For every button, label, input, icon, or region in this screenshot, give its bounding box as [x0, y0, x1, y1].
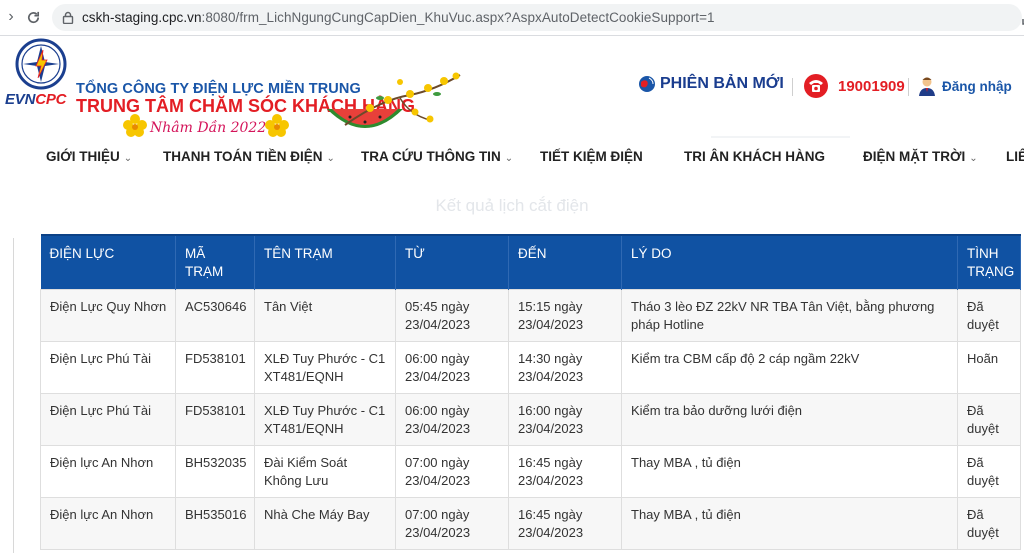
cell-dien-luc: Điện Lực Phú Tài: [40, 392, 176, 446]
column-header: ĐẾN: [508, 235, 622, 289]
table-row: Điện Lực Phú Tài FD538101 XLĐ Tuy Phước …: [40, 340, 1021, 394]
header-divider: [908, 78, 909, 96]
column-header: ĐIỆN LỰC: [40, 235, 176, 289]
nav-item-tra-cuu[interactable]: TRA CỨU THÔNG TIN ⌄: [361, 149, 513, 164]
new-version-link[interactable]: PHIÊN BẢN MỚI: [638, 75, 784, 93]
apricot-flower-icon: [265, 114, 289, 137]
table-row: Điện Lực Phú Tài FD538101 XLĐ Tuy Phước …: [40, 392, 1021, 446]
column-header: TÌNH TRẠNG: [957, 235, 1021, 289]
apricot-branch-icon: [344, 72, 461, 126]
cell-ten-tram: Tân Việt: [254, 288, 396, 342]
cell-den: 16:45 ngày 23/04/2023: [508, 444, 622, 498]
hotline-number[interactable]: 19001909: [838, 78, 905, 95]
reload-icon[interactable]: [22, 6, 44, 28]
url-text: cskh-staging.cpc.vn:8080/frm_LichNgungCu…: [82, 10, 715, 25]
table-row: Điện Lực Quy Nhơn AC530646 Tân Việt 05:4…: [40, 288, 1021, 342]
column-header: TỪ: [395, 235, 509, 289]
new-version-label: PHIÊN BẢN MỚI: [660, 75, 784, 92]
evn-cpc-wordmark: EVNCPC: [5, 91, 67, 108]
tet-greeting: Nhâm Dần 2022: [150, 120, 267, 136]
column-header: LÝ DO: [621, 235, 958, 289]
cell-ly-do: Kiểm tra bảo dưỡng lưới điện: [621, 392, 958, 446]
table-header-row: ĐIỆN LỰC MÃ TRẠM TÊN TRẠM TỪ ĐẾN LÝ DO T…: [40, 235, 1021, 289]
company-name: TỔNG CÔNG TY ĐIỆN LỰC MIỀN TRUNG: [76, 81, 361, 97]
cell-tinh-trang: Hoãn: [957, 340, 1021, 394]
cell-ma-tram: FD538101: [175, 340, 255, 394]
nav-item-thanh-toan[interactable]: THANH TOÁN TIỀN ĐIỆN ⌄: [163, 149, 335, 164]
cell-dien-luc: Điện Lực Phú Tài: [40, 340, 176, 394]
cell-tu: 05:45 ngày 23/04/2023: [395, 288, 509, 342]
cell-ma-tram: BH532035: [175, 444, 255, 498]
browser-toolbar: › cskh-staging.cpc.vn:8080/frm_LichNgung…: [0, 0, 1024, 35]
cell-tinh-trang: Đã duyệt: [957, 496, 1021, 550]
cell-ma-tram: FD538101: [175, 392, 255, 446]
cell-ten-tram: XLĐ Tuy Phước - C1 XT481/EQNH: [254, 392, 396, 446]
chevron-down-icon: ⌄: [326, 153, 335, 164]
cell-tu: 07:00 ngày 23/04/2023: [395, 496, 509, 550]
nav-item-tri-an[interactable]: TRI ÂN KHÁCH HÀNG: [684, 149, 825, 164]
content-border: [13, 238, 14, 553]
main-navigation: GIỚI THIỆU ⌄ THANH TOÁN TIỀN ĐIỆN ⌄ TRA CỨ…: [0, 138, 1024, 174]
nav-item-lien-he[interactable]: LIÊ: [1006, 149, 1024, 164]
page-title: Kết quả lịch cắt điện: [435, 196, 589, 215]
header-divider: [792, 78, 793, 96]
globe-icon: [639, 76, 655, 92]
cell-ma-tram: BH535016: [175, 496, 255, 550]
chevron-down-icon: ⌄: [969, 153, 978, 164]
nav-item-gioi-thieu[interactable]: GIỚI THIỆU ⌄: [46, 149, 132, 164]
evn-logo-icon[interactable]: [15, 38, 67, 90]
cell-dien-luc: Điện lực An Nhơn: [40, 444, 176, 498]
share-icon[interactable]: [1020, 10, 1024, 26]
cell-den: 15:15 ngày 23/04/2023: [508, 288, 622, 342]
login-link[interactable]: Đăng nhập: [942, 79, 1012, 94]
cell-ma-tram: AC530646: [175, 288, 255, 342]
cell-tu: 06:00 ngày 23/04/2023: [395, 340, 509, 394]
cell-den: 16:00 ngày 23/04/2023: [508, 392, 622, 446]
column-header: MÃ TRẠM: [175, 235, 255, 289]
address-bar[interactable]: cskh-staging.cpc.vn:8080/frm_LichNgungCu…: [52, 4, 1024, 31]
cell-den: 14:30 ngày 23/04/2023: [508, 340, 622, 394]
cell-ten-tram: XLĐ Tuy Phước - C1 XT481/EQNH: [254, 340, 396, 394]
nav-item-tiet-kiem[interactable]: TIẾT KIỆM ĐIỆN: [540, 149, 643, 164]
nav-item-dien-mat-troi[interactable]: ĐIỆN MẶT TRỜI ⌄: [863, 149, 978, 164]
forward-icon[interactable]: ›: [0, 6, 22, 28]
site-info-icon[interactable]: [62, 11, 74, 24]
cell-tinh-trang: Đã duyệt: [957, 288, 1021, 342]
cell-dien-luc: Điện Lực Quy Nhơn: [40, 288, 176, 342]
cell-tu: 06:00 ngày 23/04/2023: [395, 392, 509, 446]
outage-schedule-table: ĐIỆN LỰC MÃ TRẠM TÊN TRẠM TỪ ĐẾN LÝ DO T…: [40, 234, 1021, 550]
cell-ly-do: Thay MBA , tủ điện: [621, 496, 958, 550]
cell-tinh-trang: Đã duyệt: [957, 392, 1021, 446]
cell-tinh-trang: Đã duyệt: [957, 444, 1021, 498]
cell-ly-do: Kiểm tra CBM cấp độ 2 cáp ngầm 22kV: [621, 340, 958, 394]
cell-ten-tram: Đài Kiểm Soát Không Lưu: [254, 444, 396, 498]
cell-den: 16:45 ngày 23/04/2023: [508, 496, 622, 550]
chevron-down-icon: ⌄: [504, 153, 514, 164]
column-header: TÊN TRẠM: [254, 235, 396, 289]
cell-ly-do: Tháo 3 lèo ĐZ 22kV NR TBA Tân Việt, bằng…: [621, 288, 958, 342]
table-row: Điện lực An Nhơn BH532035 Đài Kiểm Soát …: [40, 444, 1021, 498]
cell-dien-luc: Điện lực An Nhơn: [40, 496, 176, 550]
phone-icon: [804, 74, 828, 98]
apricot-flower-icon: [123, 114, 147, 137]
cell-ly-do: Thay MBA , tủ điện: [621, 444, 958, 498]
table-row: Điện lực An Nhơn BH535016 Nhà Che Máy Ba…: [40, 496, 1021, 550]
user-avatar-icon: [917, 75, 937, 97]
chevron-down-icon: ⌄: [123, 153, 133, 164]
cell-tu: 07:00 ngày 23/04/2023: [395, 444, 509, 498]
cell-ten-tram: Nhà Che Máy Bay: [254, 496, 396, 550]
